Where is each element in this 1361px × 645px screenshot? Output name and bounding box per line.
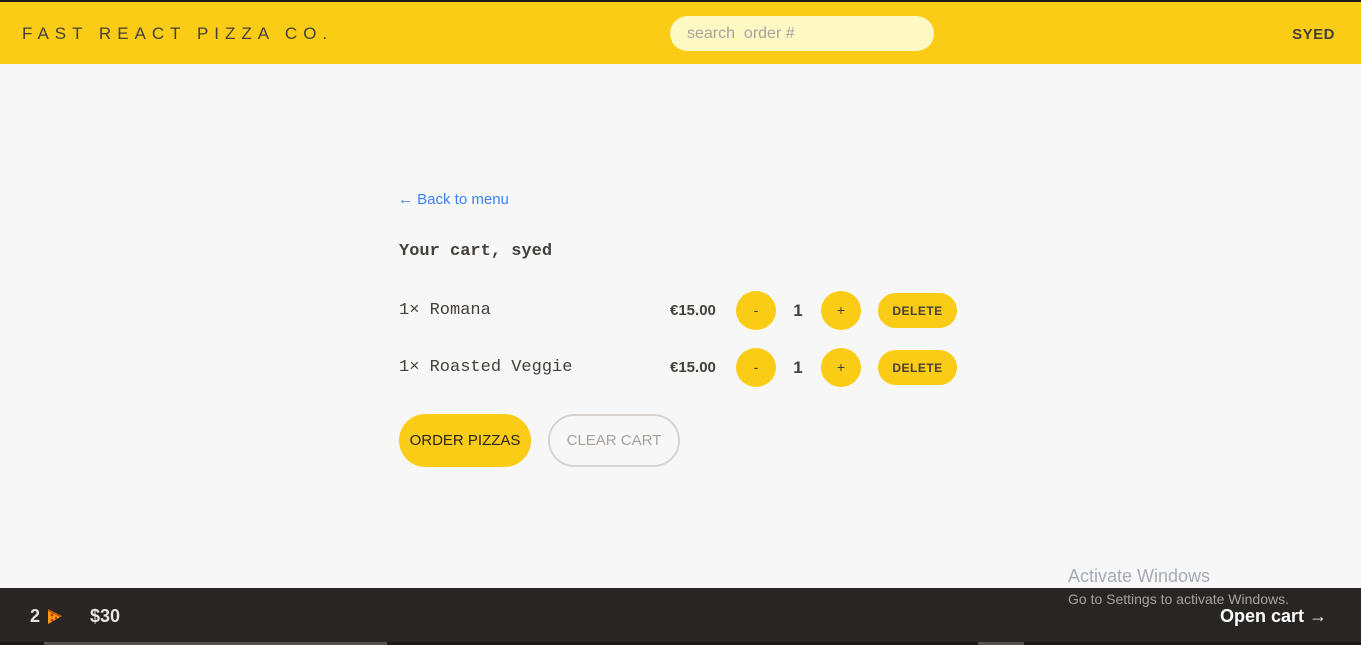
cart-item-name: 1× Roasted Veggie xyxy=(399,358,573,377)
cart-item-price: €15.00 xyxy=(670,359,716,376)
delete-item-button[interactable]: Delete xyxy=(878,350,957,385)
logo-link[interactable]: Fast React Pizza Co. xyxy=(22,24,333,44)
quantity-value: 1 xyxy=(793,301,803,320)
cart-item-price: €15.00 xyxy=(670,302,716,319)
increase-quantity-button[interactable]: + xyxy=(821,348,861,387)
decrease-quantity-button[interactable]: - xyxy=(736,291,776,330)
header: Fast React Pizza Co. syed xyxy=(0,0,1361,64)
order-pizzas-button[interactable]: Order pizzas xyxy=(399,414,531,467)
activate-windows-subtitle: Go to Settings to activate Windows. xyxy=(1068,591,1289,607)
cart-item: 1× Romana €15.00 - 1 + Delete xyxy=(399,291,959,331)
open-cart-link[interactable]: Open cart → xyxy=(1220,606,1327,627)
cart-item-name: 1× Romana xyxy=(399,301,491,320)
increase-quantity-button[interactable]: + xyxy=(821,291,861,330)
search-input[interactable] xyxy=(670,16,934,51)
pizza-count: 2 xyxy=(30,606,41,626)
cart-total: $30 xyxy=(90,606,121,626)
decrease-quantity-button[interactable]: - xyxy=(736,348,776,387)
clear-cart-button[interactable]: Clear cart xyxy=(548,414,680,467)
pizza-slice-icon xyxy=(47,607,63,625)
page: Fast React Pizza Co. syed ← Back to menu… xyxy=(0,0,1361,645)
cart-title: Your cart, syed xyxy=(399,242,553,261)
back-to-menu-link[interactable]: ← Back to menu xyxy=(398,191,509,208)
username: syed xyxy=(1292,26,1335,43)
delete-item-button[interactable]: Delete xyxy=(878,293,957,328)
cart-item: 1× Roasted Veggie €15.00 - 1 + Delete xyxy=(399,348,959,388)
activate-windows-title: Activate Windows xyxy=(1068,566,1211,586)
quantity-value: 1 xyxy=(793,358,803,377)
